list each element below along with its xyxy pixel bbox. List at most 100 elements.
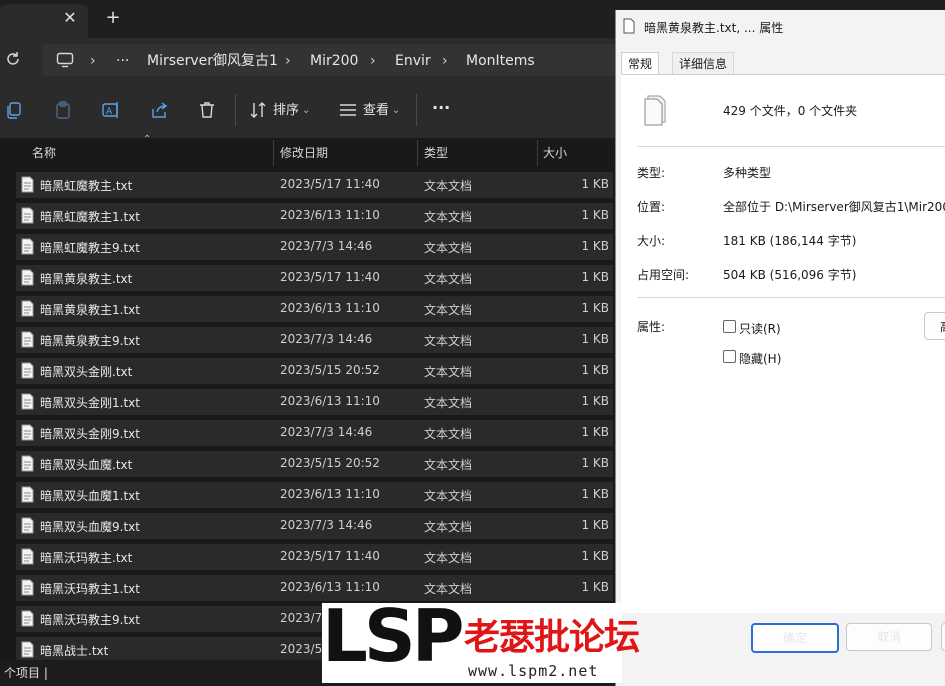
refresh-icon[interactable]: [4, 50, 22, 68]
text-file-icon: [21, 393, 34, 410]
file-row[interactable]: 暗黑沃玛教主.txt 2023/5/17 11:40 文本文档 1 KB: [16, 544, 613, 570]
file-row[interactable]: 暗黑黄泉教主.txt 2023/5/17 11:40 文本文档 1 KB: [16, 265, 613, 291]
file-name: 暗黑黄泉教主.txt: [40, 272, 133, 286]
text-file-icon: [21, 331, 34, 348]
file-row[interactable]: 暗黑双头金刚.txt 2023/5/15 20:52 文本文档 1 KB: [16, 358, 613, 384]
file-name: 暗黑双头金刚.txt: [40, 365, 133, 379]
view-button[interactable]: 查看: [363, 102, 389, 120]
file-type: 文本文档: [424, 396, 473, 410]
sort-button[interactable]: 排序: [273, 102, 299, 120]
file-type: 文本文档: [424, 365, 473, 379]
file-size: 1 KB: [581, 456, 609, 470]
disk-size-value: 504 KB (516,096 字节): [723, 268, 857, 282]
column-header-name[interactable]: 名称: [32, 144, 56, 162]
column-divider[interactable]: [537, 140, 538, 166]
file-row[interactable]: 暗黑双头金刚1.txt 2023/6/13 11:10 文本文档 1 KB: [16, 389, 613, 415]
paste-icon[interactable]: [53, 100, 73, 120]
file-type: 文本文档: [424, 272, 473, 286]
file-type: 文本文档: [424, 458, 473, 472]
close-tab-icon[interactable]: ✕: [60, 8, 80, 28]
breadcrumb-overflow[interactable]: ···: [116, 52, 129, 70]
breadcrumb-mirserver[interactable]: Mirserver御风复古1: [147, 52, 278, 70]
this-pc-icon[interactable]: [56, 52, 74, 68]
file-date: 2023/6/13 11:10: [280, 394, 380, 408]
file-row[interactable]: 暗黑双头金刚9.txt 2023/7/3 14:46 文本文档 1 KB: [16, 420, 613, 446]
chevron-right-icon: ›: [370, 53, 376, 69]
file-type: 文本文档: [424, 241, 473, 255]
type-value: 多种类型: [723, 166, 772, 180]
file-date: 2023/6/13 11:10: [280, 580, 380, 594]
location-label: 位置:: [637, 200, 666, 214]
text-file-icon: [21, 176, 34, 193]
breadcrumb-envir[interactable]: Envir: [395, 52, 431, 70]
apply-button[interactable]: [941, 623, 945, 651]
file-name: 暗黑虹魔教主.txt: [40, 179, 133, 193]
file-row[interactable]: 暗黑双头血魔1.txt 2023/6/13 11:10 文本文档 1 KB: [16, 482, 613, 508]
cancel-label: 取消: [876, 630, 901, 644]
file-size: 1 KB: [581, 487, 609, 501]
chevron-down-icon: ⌄: [302, 105, 311, 116]
general-panel: [621, 74, 945, 613]
file-row[interactable]: 暗黑双头血魔.txt 2023/5/15 20:52 文本文档 1 KB: [16, 451, 613, 477]
column-header-size[interactable]: 大小: [543, 144, 567, 162]
text-file-icon: [21, 455, 34, 472]
file-name: 暗黑虹魔教主1.txt: [40, 210, 140, 224]
new-tab-icon[interactable]: +: [103, 8, 123, 28]
file-row[interactable]: 暗黑虹魔教主.txt 2023/5/17 11:40 文本文档 1 KB: [16, 172, 613, 198]
text-file-icon: [21, 548, 34, 565]
text-file-icon: [21, 517, 34, 534]
chevron-down-icon: ⌄: [392, 105, 401, 116]
file-size: 1 KB: [581, 208, 609, 222]
file-type: 文本文档: [424, 489, 473, 503]
file-date: 2023/6/13 11:10: [280, 208, 380, 222]
file-date: 2023/7/3 14:46: [280, 518, 373, 532]
sort-icon[interactable]: [248, 100, 268, 120]
text-file-icon: [21, 610, 34, 627]
file-size: 1 KB: [581, 549, 609, 563]
tab-general[interactable]: 常规: [621, 52, 660, 75]
watermark-logo: LSP: [322, 594, 465, 678]
file-name: 暗黑双头血魔9.txt: [40, 520, 140, 534]
hidden-checkbox[interactable]: [723, 350, 736, 363]
file-date: 2023/7/3 14:46: [280, 239, 373, 253]
more-options-button[interactable]: ···: [432, 99, 450, 117]
column-divider[interactable]: [273, 140, 274, 166]
file-type: 文本文档: [424, 427, 473, 441]
file-date: 2023/5/17 11:40: [280, 549, 380, 563]
size-label: 大小:: [637, 234, 666, 248]
file-row[interactable]: 暗黑黄泉教主9.txt 2023/7/3 14:46 文本文档 1 KB: [16, 327, 613, 353]
file-name: 暗黑双头血魔1.txt: [40, 489, 140, 503]
file-size: 1 KB: [581, 425, 609, 439]
sort-ascending-icon: ⌃: [143, 134, 152, 145]
tab-details[interactable]: 详细信息: [672, 52, 735, 75]
column-header-type[interactable]: 类型: [424, 144, 448, 162]
readonly-label[interactable]: 只读(R): [739, 320, 781, 337]
file-name: 暗黑双头金刚1.txt: [40, 396, 140, 410]
share-icon[interactable]: [149, 100, 169, 120]
item-count-label: 个项目: [4, 666, 41, 680]
file-row[interactable]: 暗黑虹魔教主1.txt 2023/6/13 11:10 文本文档 1 KB: [16, 203, 613, 229]
breadcrumb-mir200[interactable]: Mir200: [310, 52, 358, 70]
file-size: 1 KB: [581, 332, 609, 346]
column-header-date[interactable]: 修改日期: [280, 144, 328, 162]
readonly-checkbox[interactable]: [723, 320, 736, 333]
file-row[interactable]: 暗黑虹魔教主9.txt 2023/7/3 14:46 文本文档 1 KB: [16, 234, 613, 260]
breadcrumb-monitems[interactable]: MonItems: [466, 52, 535, 70]
column-divider[interactable]: [417, 140, 418, 166]
cancel-button[interactable]: 取消: [846, 623, 932, 651]
ok-button[interactable]: 确定: [751, 623, 839, 653]
divider: [637, 146, 945, 147]
file-name: 暗黑黄泉教主1.txt: [40, 303, 140, 317]
file-row[interactable]: 暗黑双头血魔9.txt 2023/7/3 14:46 文本文档 1 KB: [16, 513, 613, 539]
copy-icon[interactable]: [4, 100, 24, 120]
file-name: 暗黑战士.txt: [40, 644, 109, 658]
delete-icon[interactable]: [197, 100, 217, 120]
chevron-right-icon: ›: [442, 53, 448, 69]
file-name: 暗黑沃玛教主.txt: [40, 551, 133, 565]
file-row[interactable]: 暗黑黄泉教主1.txt 2023/6/13 11:10 文本文档 1 KB: [16, 296, 613, 322]
file-row[interactable]: 暗黑沃玛教主1.txt 2023/6/13 11:10 文本文档 1 KB: [16, 575, 613, 601]
view-icon[interactable]: [338, 100, 358, 120]
rename-icon[interactable]: A: [101, 100, 121, 120]
advanced-button-label: 高: [940, 318, 945, 335]
hidden-label[interactable]: 隐藏(H): [739, 350, 781, 367]
